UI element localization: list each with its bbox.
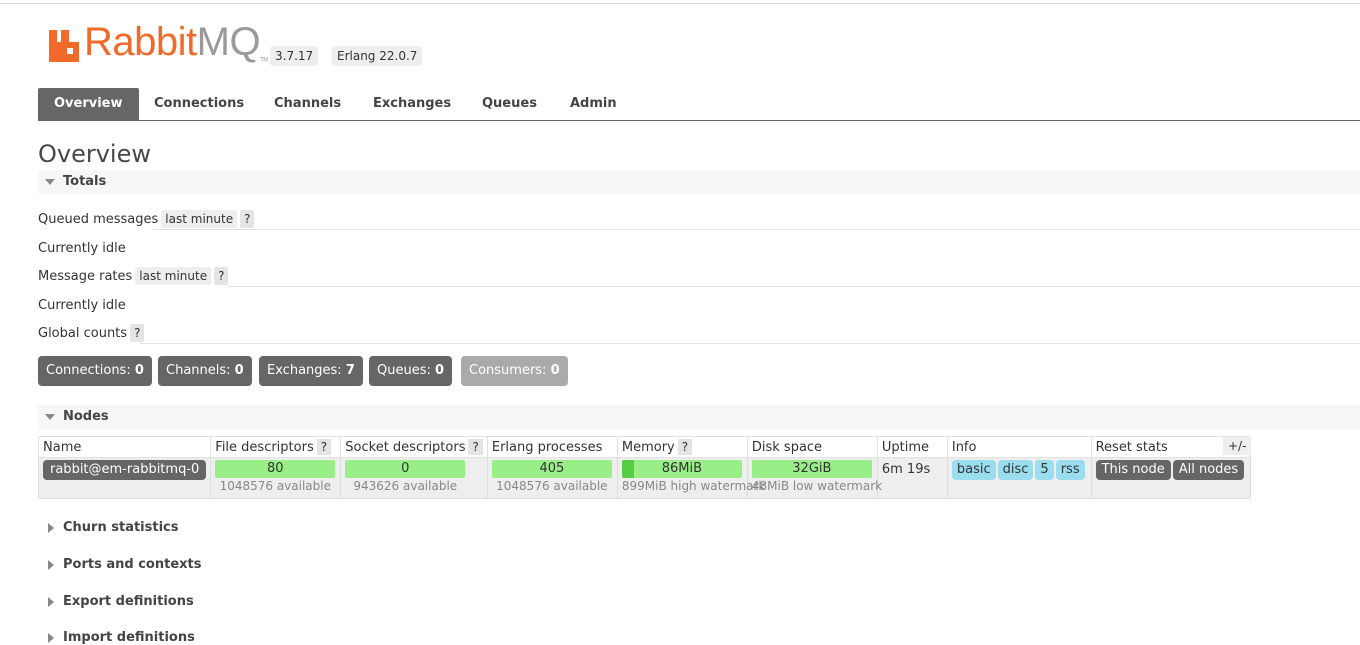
col-uptime: Uptime <box>876 436 948 458</box>
rates-status: Currently idle <box>38 298 126 313</box>
nodes-section-header[interactable]: Nodes <box>38 405 1360 429</box>
table-header-row: Name File descriptors? Socket descriptor… <box>37 436 1252 458</box>
queued-help-button[interactable]: ? <box>240 210 255 228</box>
totals-section-header[interactable]: Totals <box>38 170 1360 194</box>
col-name: Name <box>37 436 212 458</box>
exchanges-count[interactable]: Exchanges: 7 <box>259 356 363 386</box>
logo-rabbit-text: Rabbit <box>84 20 197 64</box>
memory-watermark: 899MiB high watermark <box>621 479 766 493</box>
info-basic-badge[interactable]: basic <box>951 460 996 480</box>
caret-right-icon <box>48 633 54 643</box>
tab-overview[interactable]: Overview <box>38 88 139 120</box>
divider <box>140 343 1360 344</box>
global-help-button[interactable]: ? <box>130 324 145 342</box>
uptime-value: 6m 19s <box>881 462 931 477</box>
tab-exchanges[interactable]: Exchanges <box>357 88 467 120</box>
tab-admin[interactable]: Admin <box>554 88 633 120</box>
queued-messages-label: Queued messages <box>38 212 159 227</box>
tab-channels[interactable]: Channels <box>258 88 357 120</box>
message-rates-label: Message rates <box>38 269 133 284</box>
caret-down-icon <box>45 414 55 420</box>
rabbit-logo-icon <box>49 30 79 62</box>
memory-help-button[interactable]: ? <box>677 439 693 455</box>
consumers-count[interactable]: Consumers: 0 <box>461 356 568 386</box>
queued-status: Currently idle <box>38 241 126 256</box>
socket-cell: 0 943626 available <box>340 457 488 499</box>
col-memory: Memory? <box>616 436 748 458</box>
memory-cell: 86MiB 899MiB high watermark <box>616 457 766 499</box>
queued-messages-row: Queued messages last minute? <box>38 210 255 228</box>
logo-trademark: TM <box>260 57 268 64</box>
uptime-cell: 6m 19s <box>876 457 948 499</box>
memory-bar: 86MiB <box>621 460 742 478</box>
info-rss-badge[interactable]: rss <box>1055 460 1085 480</box>
fd-bar: 80 <box>215 460 336 478</box>
page-title: Overview <box>38 140 151 168</box>
processes-bar: 405 <box>491 460 612 478</box>
divider <box>152 229 1360 230</box>
reset-this-node-button[interactable]: This node <box>1095 460 1171 480</box>
col-file-descriptors: File descriptors? <box>210 436 342 458</box>
socket-available: 943626 available <box>353 479 458 493</box>
tab-connections[interactable]: Connections <box>138 88 260 120</box>
col-info: Info <box>946 436 1092 458</box>
memory-fill <box>621 460 634 478</box>
top-border <box>0 3 1360 4</box>
reset-cell: This node All nodes <box>1090 457 1252 499</box>
info-cell: basic disc 5 rss <box>946 457 1092 499</box>
caret-right-icon <box>48 597 54 607</box>
divider <box>228 286 1360 287</box>
rates-range-selector[interactable]: last minute <box>135 267 212 285</box>
section-export-definitions[interactable]: Export definitions <box>38 594 194 609</box>
fd-available: 1048576 available <box>219 479 331 493</box>
global-counts-row: Global counts? <box>38 324 145 342</box>
caret-down-icon <box>45 179 55 185</box>
channels-count[interactable]: Channels: 0 <box>158 356 252 386</box>
rates-help-button[interactable]: ? <box>214 267 229 285</box>
col-erlang-processes: Erlang processes <box>486 436 618 458</box>
socket-help-button[interactable]: ? <box>468 439 483 455</box>
caret-right-icon <box>48 560 54 570</box>
totals-heading: Totals <box>63 174 107 189</box>
message-rates-row: Message rates last minute? <box>38 267 229 285</box>
disk-bar: 32GiB <box>751 460 872 478</box>
nodes-heading: Nodes <box>63 409 109 424</box>
processes-available: 1048576 available <box>496 479 608 493</box>
caret-right-icon <box>48 523 54 533</box>
col-disk-space: Disk space <box>746 436 878 458</box>
nodes-table: Name File descriptors? Socket descriptor… <box>37 436 1252 499</box>
socket-bar: 0 <box>345 460 466 478</box>
column-toggle-button[interactable]: +/- <box>1223 437 1252 455</box>
fd-help-button[interactable]: ? <box>316 439 332 455</box>
version-badge: 3.7.17 <box>270 46 319 66</box>
disk-cell: 32GiB 48MiB low watermark <box>746 457 883 499</box>
global-counts-label: Global counts <box>38 326 128 341</box>
processes-cell: 405 1048576 available <box>486 457 618 499</box>
table-row: rabbit@em-rabbitmq-0 80 1048576 availabl… <box>37 457 1252 499</box>
queues-count[interactable]: Queues: 0 <box>369 356 453 386</box>
col-socket-descriptors: Socket descriptors? <box>340 436 488 458</box>
logo-mq-text: MQ <box>196 20 261 64</box>
queued-range-selector[interactable]: last minute <box>161 210 238 228</box>
fd-cell: 80 1048576 available <box>210 457 342 499</box>
info-count-badge[interactable]: 5 <box>1035 460 1054 480</box>
section-ports-and-contexts[interactable]: Ports and contexts <box>38 557 201 572</box>
node-name-cell: rabbit@em-rabbitmq-0 <box>37 457 212 499</box>
erlang-version-badge: Erlang 22.0.7 <box>332 46 423 66</box>
section-churn-statistics[interactable]: Churn statistics <box>38 520 179 535</box>
tab-queues[interactable]: Queues <box>466 88 553 120</box>
disk-watermark: 48MiB low watermark <box>751 479 883 493</box>
memory-used: 86MiB <box>661 461 702 476</box>
main-tabs: Overview Connections Channels Exchanges … <box>38 88 1360 121</box>
info-disc-badge[interactable]: disc <box>997 460 1034 480</box>
connections-count[interactable]: Connections: 0 <box>38 356 152 386</box>
node-name-link[interactable]: rabbit@em-rabbitmq-0 <box>43 460 207 480</box>
reset-all-nodes-button[interactable]: All nodes <box>1172 460 1245 480</box>
